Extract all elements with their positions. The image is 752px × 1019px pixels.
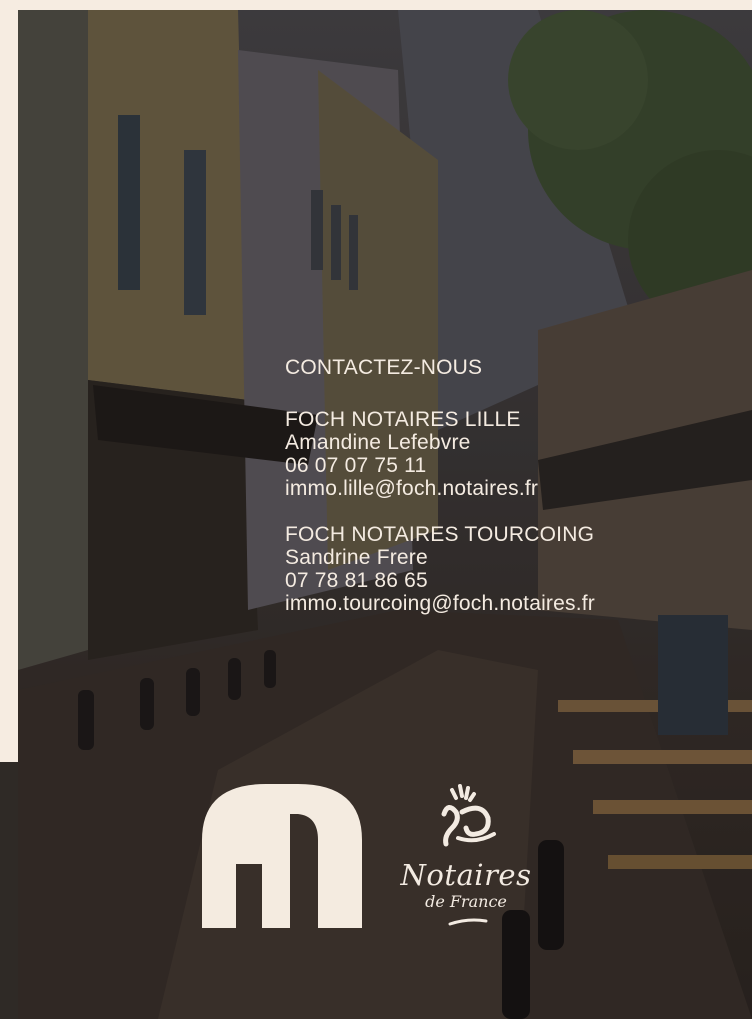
left-dark-strip <box>0 762 18 1019</box>
contact-section: CONTACTEZ-NOUS FOCH NOTAIRES LILLE Amand… <box>285 356 725 638</box>
office-tourcoing: FOCH NOTAIRES TOURCOING Sandrine Frere 0… <box>285 523 725 615</box>
contact-person: Amandine Lefebvre <box>285 431 471 454</box>
phone-number[interactable]: 06 07 07 75 11 <box>285 454 725 477</box>
notaires-subtitle: de France <box>425 892 507 911</box>
foch-arch-logo-icon <box>202 784 362 928</box>
phone-number[interactable]: 07 78 81 86 65 <box>285 569 725 592</box>
office-lille: FOCH NOTAIRES LILLE Amandine Lefebvre 06… <box>285 408 725 500</box>
notaires-wordmark: Notaires <box>400 858 532 892</box>
email-address[interactable]: immo.lille@foch.notaires.fr <box>285 477 725 500</box>
underline-swash-icon <box>448 918 488 926</box>
contact-person: Sandrine Frere <box>285 546 428 569</box>
contact-heading: CONTACTEZ-NOUS <box>285 356 483 379</box>
notaires-emblem-icon <box>441 784 496 847</box>
email-address[interactable]: immo.tourcoing@foch.notaires.fr <box>285 592 725 615</box>
office-name: FOCH NOTAIRES TOURCOING <box>285 523 595 546</box>
notaires-de-france-logo: Notaires de France <box>386 778 546 928</box>
office-name: FOCH NOTAIRES LILLE <box>285 408 521 431</box>
